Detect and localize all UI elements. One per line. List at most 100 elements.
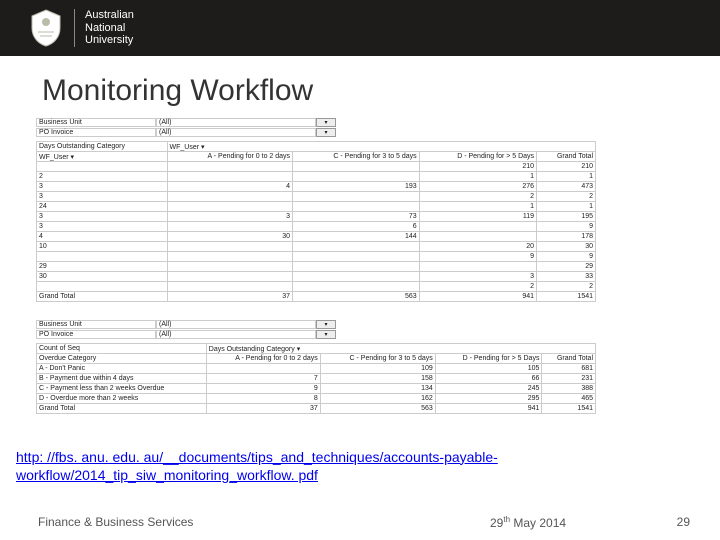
cell: 33 xyxy=(537,272,596,282)
table-row: 10 2030 xyxy=(37,242,596,252)
cell: 9 xyxy=(206,384,320,394)
cell: 1541 xyxy=(542,404,596,414)
table-row: D - Overdue more than 2 weeks8162295465 xyxy=(37,394,596,404)
cell: 231 xyxy=(542,374,596,384)
table-row: 210210 xyxy=(37,162,596,172)
cell xyxy=(167,172,293,182)
table-row: C - Payment less than 2 weeks Overdue913… xyxy=(37,384,596,394)
table-row: B - Payment due within 4 days715866231 xyxy=(37,374,596,384)
row-label: 3 xyxy=(37,212,168,222)
table-row: 34193276473 xyxy=(37,182,596,192)
cell: 473 xyxy=(537,182,596,192)
cell: 1 xyxy=(537,202,596,212)
table-row: Overdue Category A - Pending for 0 to 2 … xyxy=(37,354,596,364)
cell: 20 xyxy=(419,242,536,252)
pivot1-filters: Business Unit (All) ▾ PO Invoice (All) ▾ xyxy=(36,118,596,137)
cell: 1 xyxy=(537,172,596,182)
cell: 30 xyxy=(537,242,596,252)
rowhdr-cell: Count of Seq xyxy=(37,344,207,354)
table-row: 3373119195 xyxy=(37,212,596,222)
cell xyxy=(293,252,420,262)
cell xyxy=(206,364,320,374)
cell: 9 xyxy=(419,252,536,262)
row-label: 3 xyxy=(37,192,168,202)
cell: 295 xyxy=(435,394,542,404)
cell: 6 xyxy=(293,222,420,232)
filter-value: (All) xyxy=(156,330,316,339)
cell xyxy=(293,262,420,272)
grand-total-row: Grand Total 37 563 941 1541 xyxy=(37,292,596,302)
col-header: C - Pending for 3 to 5 days xyxy=(320,354,435,364)
anu-crest-icon xyxy=(28,8,64,48)
col-header: A - Pending for 0 to 2 days xyxy=(206,354,320,364)
reference-link[interactable]: http: //fbs. anu. edu. au/__documents/ti… xyxy=(16,448,498,484)
cell xyxy=(167,272,293,282)
filter-label: PO Invoice xyxy=(36,128,156,137)
col-header: C - Pending for 3 to 5 days xyxy=(293,152,420,162)
cell: 2 xyxy=(537,282,596,292)
dropdown-icon[interactable]: ▾ xyxy=(316,118,336,127)
row-label: B - Payment due within 4 days xyxy=(37,374,207,384)
cell xyxy=(167,202,293,212)
table-row: 430144178 xyxy=(37,232,596,242)
cell: 37 xyxy=(167,292,293,302)
cell: 134 xyxy=(320,384,435,394)
uni-line3: University xyxy=(85,34,134,47)
cell: 105 xyxy=(435,364,542,374)
footer-date: 29th May 2014 xyxy=(490,515,566,530)
cell: 388 xyxy=(542,384,596,394)
cell: 465 xyxy=(542,394,596,404)
cell xyxy=(167,242,293,252)
cell: 563 xyxy=(293,292,420,302)
filter-value: (All) xyxy=(156,118,316,127)
pivot1-table: Days Outstanding Category WF_User ▾ WF_U… xyxy=(36,141,596,302)
table-row: 211 xyxy=(37,172,596,182)
link-line1: http: //fbs. anu. edu. au/__documents/ti… xyxy=(16,449,498,465)
row-label xyxy=(37,282,168,292)
cell: 162 xyxy=(320,394,435,404)
cell: 681 xyxy=(542,364,596,374)
pivot-area: Business Unit (All) ▾ PO Invoice (All) ▾… xyxy=(36,118,596,414)
cell: 9 xyxy=(537,252,596,262)
row-label: 4 xyxy=(37,232,168,242)
cell: 4 xyxy=(167,182,293,192)
colhdr-cell: Days Outstanding Category ▾ xyxy=(206,344,595,354)
cell: 276 xyxy=(419,182,536,192)
cell xyxy=(293,192,420,202)
dropdown-icon[interactable]: ▾ xyxy=(316,330,336,339)
cell: 563 xyxy=(320,404,435,414)
table-row: 30 333 xyxy=(37,272,596,282)
cell: 941 xyxy=(435,404,542,414)
cell: 144 xyxy=(293,232,420,242)
col-header: D - Pending for > 5 Days xyxy=(435,354,542,364)
slide-title: Monitoring Workflow xyxy=(42,74,720,108)
cell: 178 xyxy=(537,232,596,242)
cell: 73 xyxy=(293,212,420,222)
row-label: 2 xyxy=(37,172,168,182)
table-row: 2411 xyxy=(37,202,596,212)
footer-page: 29 xyxy=(677,515,690,529)
table-row: 369 xyxy=(37,222,596,232)
filter-value: (All) xyxy=(156,320,316,329)
cell xyxy=(293,172,420,182)
table-row: 322 xyxy=(37,192,596,202)
cell xyxy=(293,282,420,292)
dropdown-icon[interactable]: ▾ xyxy=(316,128,336,137)
cell: 2 xyxy=(419,282,536,292)
grand-label: Grand Total xyxy=(37,292,168,302)
cell xyxy=(293,242,420,252)
dropdown-icon[interactable]: ▾ xyxy=(316,320,336,329)
cell: 210 xyxy=(537,162,596,172)
grand-total-row: Grand Total 37 563 941 1541 xyxy=(37,404,596,414)
uni-line2: National xyxy=(85,22,134,35)
pivot2-filters: Business Unit (All) ▾ PO Invoice (All) ▾ xyxy=(36,320,596,339)
row-label: 10 xyxy=(37,242,168,252)
cell: 158 xyxy=(320,374,435,384)
row-label: 30 xyxy=(37,272,168,282)
cell: 109 xyxy=(320,364,435,374)
row-label: 3 xyxy=(37,222,168,232)
row-label: D - Overdue more than 2 weeks xyxy=(37,394,207,404)
cell: 8 xyxy=(206,394,320,404)
col-header: Grand Total xyxy=(537,152,596,162)
cell: 3 xyxy=(419,272,536,282)
